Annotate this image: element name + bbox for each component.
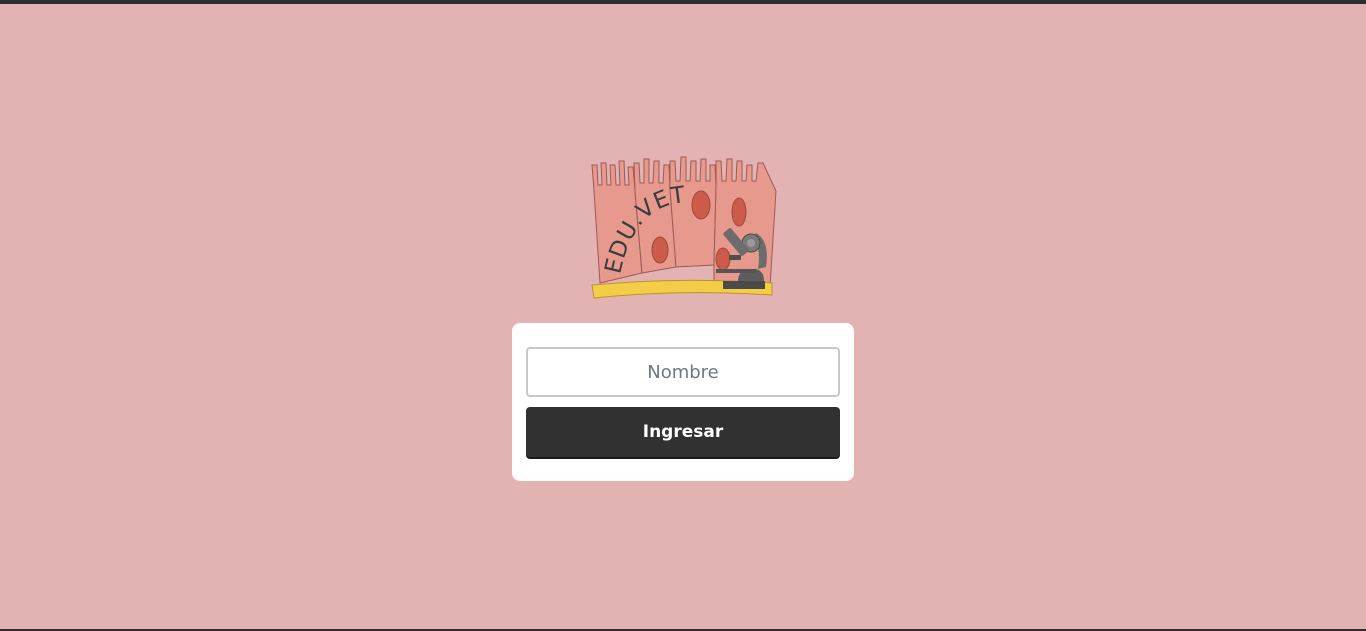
nucleus bbox=[651, 236, 669, 264]
eduvet-logo: EDU.VET bbox=[588, 155, 780, 300]
name-input[interactable] bbox=[526, 347, 840, 397]
window-top-bar bbox=[0, 0, 1366, 4]
ingresar-button[interactable]: Ingresar bbox=[526, 407, 840, 457]
nucleus bbox=[731, 197, 747, 227]
login-card: Ingresar bbox=[512, 323, 854, 481]
nucleus bbox=[691, 190, 711, 220]
nucleus bbox=[715, 247, 731, 271]
